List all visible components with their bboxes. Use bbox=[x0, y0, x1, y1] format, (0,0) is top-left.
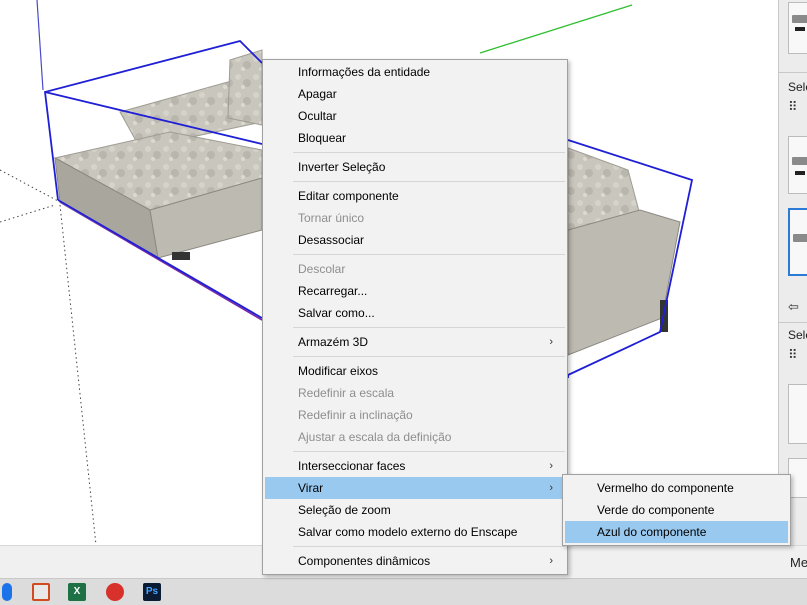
chevron-right-icon: › bbox=[549, 482, 553, 494]
menu-item-label: Interseccionar faces bbox=[298, 459, 406, 473]
menu-separator bbox=[293, 356, 565, 357]
dotted-guide-1 bbox=[0, 169, 61, 203]
menu-separator bbox=[293, 546, 565, 547]
excel-glyph: X bbox=[73, 586, 81, 597]
submenu-item-label: Verde do componente bbox=[597, 503, 715, 517]
menu-item-label: Tornar único bbox=[298, 211, 365, 225]
submenu-item-label: Vermelho do componente bbox=[597, 481, 734, 495]
component-thumbnail[interactable] bbox=[788, 384, 807, 444]
photoshop-icon[interactable]: Ps bbox=[143, 583, 161, 601]
dotted-guide-3 bbox=[59, 204, 97, 545]
menu-item-label: Salvar como modelo externo do Enscape bbox=[298, 525, 518, 539]
windows-taskbar: X Ps bbox=[0, 578, 807, 605]
measurements-label: Me bbox=[790, 555, 807, 570]
menu-item-label: Salvar como... bbox=[298, 306, 375, 320]
menu-item-label: Informações da entidade bbox=[298, 65, 431, 79]
component-thumbnail[interactable] bbox=[788, 2, 807, 54]
green-axis-line bbox=[479, 4, 633, 54]
component-thumbnail[interactable] bbox=[788, 136, 807, 194]
menu-item-label: Inverter Seleção bbox=[298, 160, 386, 174]
menu-item-label: Descolar bbox=[298, 262, 346, 276]
grid-icon[interactable]: ⠿ bbox=[788, 346, 807, 364]
tray-divider bbox=[779, 72, 807, 73]
component-thumbnail-selected[interactable] bbox=[788, 208, 807, 276]
submenu-item-flip-red[interactable]: Vermelho do componente bbox=[565, 477, 788, 499]
sofa-thumbnail-icon bbox=[792, 15, 807, 23]
submenu-item-flip-blue[interactable]: Azul do componente bbox=[565, 521, 788, 543]
menu-item-unglue[interactable]: Descolar bbox=[265, 258, 565, 280]
menu-item-reload[interactable]: Recarregar... bbox=[265, 280, 565, 302]
menu-item-label: Modificar eixos bbox=[298, 364, 379, 378]
chevron-right-icon: › bbox=[549, 555, 553, 567]
menu-item-invert-selection[interactable]: Inverter Seleção bbox=[265, 156, 565, 178]
chevron-right-icon: › bbox=[549, 336, 553, 348]
submenu-item-label: Azul do componente bbox=[597, 525, 707, 539]
menu-item-edit-component[interactable]: Editar componente bbox=[265, 185, 565, 207]
sofa-thumbnail-icon bbox=[792, 157, 807, 165]
menu-item-label: Redefinir a inclinação bbox=[298, 408, 413, 422]
menu-item-make-unique[interactable]: Tornar único bbox=[265, 207, 565, 229]
menu-item-flip[interactable]: Virar › bbox=[265, 477, 565, 499]
menu-item-label: Recarregar... bbox=[298, 284, 368, 298]
menu-item-label: Ajustar a escala da definição bbox=[298, 430, 452, 444]
menu-separator bbox=[293, 327, 565, 328]
menu-item-dynamic-components[interactable]: Componentes dinâmicos › bbox=[265, 550, 565, 572]
menu-item-label: Bloquear bbox=[298, 131, 347, 145]
menu-item-label: Virar bbox=[298, 481, 324, 495]
thumbnail-shadow-icon bbox=[795, 27, 805, 31]
menu-item-hide[interactable]: Ocultar bbox=[265, 105, 565, 127]
menu-item-reset-scale[interactable]: Redefinir a escala bbox=[265, 382, 565, 404]
menu-item-label: Redefinir a escala bbox=[298, 386, 395, 400]
sketchup-icon[interactable] bbox=[106, 583, 124, 601]
menu-item-3d-warehouse[interactable]: Armazém 3D › bbox=[265, 331, 565, 353]
menu-item-intersect-faces[interactable]: Interseccionar faces › bbox=[265, 455, 565, 477]
context-menu: Informações da entidade Apagar Ocultar B… bbox=[262, 59, 568, 575]
menu-item-explode[interactable]: Desassociar bbox=[265, 229, 565, 251]
chrome-icon[interactable] bbox=[2, 583, 12, 601]
thumbnail-shadow-icon bbox=[795, 171, 805, 175]
dotted-guide-2 bbox=[0, 204, 56, 223]
menu-item-save-enscape-model[interactable]: Salvar como modelo externo do Enscape bbox=[265, 521, 565, 543]
menu-separator bbox=[293, 254, 565, 255]
shield-icon[interactable] bbox=[32, 583, 50, 601]
tray-label-select: Sele bbox=[788, 80, 807, 94]
blue-axis-line bbox=[36, 0, 44, 91]
menu-separator bbox=[293, 451, 565, 452]
menu-item-label: Componentes dinâmicos bbox=[298, 554, 431, 568]
menu-separator bbox=[293, 181, 565, 182]
menu-item-zoom-selection[interactable]: Seleção de zoom bbox=[265, 499, 565, 521]
chevron-right-icon: › bbox=[549, 460, 553, 472]
menu-item-label: Desassociar bbox=[298, 233, 365, 247]
menu-item-scale-definition[interactable]: Ajustar a escala da definição bbox=[265, 426, 565, 448]
menu-item-change-axes[interactable]: Modificar eixos bbox=[265, 360, 565, 382]
menu-item-label: Editar componente bbox=[298, 189, 399, 203]
excel-icon[interactable]: X bbox=[68, 583, 86, 601]
sofa-right-section bbox=[567, 147, 681, 356]
menu-separator bbox=[293, 152, 565, 153]
menu-item-label: Apagar bbox=[298, 87, 337, 101]
menu-item-label: Ocultar bbox=[298, 109, 337, 123]
menu-item-label: Armazém 3D bbox=[298, 335, 369, 349]
menu-item-save-as[interactable]: Salvar como... bbox=[265, 302, 565, 324]
tray-divider bbox=[779, 322, 807, 323]
sofa-thumbnail-icon bbox=[793, 234, 807, 242]
menu-item-erase[interactable]: Apagar bbox=[265, 83, 565, 105]
flip-submenu: Vermelho do componente Verde do componen… bbox=[562, 474, 791, 546]
photoshop-glyph: Ps bbox=[145, 586, 159, 597]
menu-item-reset-skew[interactable]: Redefinir a inclinação bbox=[265, 404, 565, 426]
submenu-item-flip-green[interactable]: Verde do componente bbox=[565, 499, 788, 521]
back-arrow-icon[interactable]: ⇦ bbox=[788, 298, 807, 316]
menu-item-label: Seleção de zoom bbox=[298, 503, 391, 517]
grid-icon[interactable]: ⠿ bbox=[788, 98, 807, 116]
menu-item-lock[interactable]: Bloquear bbox=[265, 127, 565, 149]
tray-label-select-2: Sele bbox=[788, 328, 807, 342]
menu-item-entity-info[interactable]: Informações da entidade bbox=[265, 61, 565, 83]
